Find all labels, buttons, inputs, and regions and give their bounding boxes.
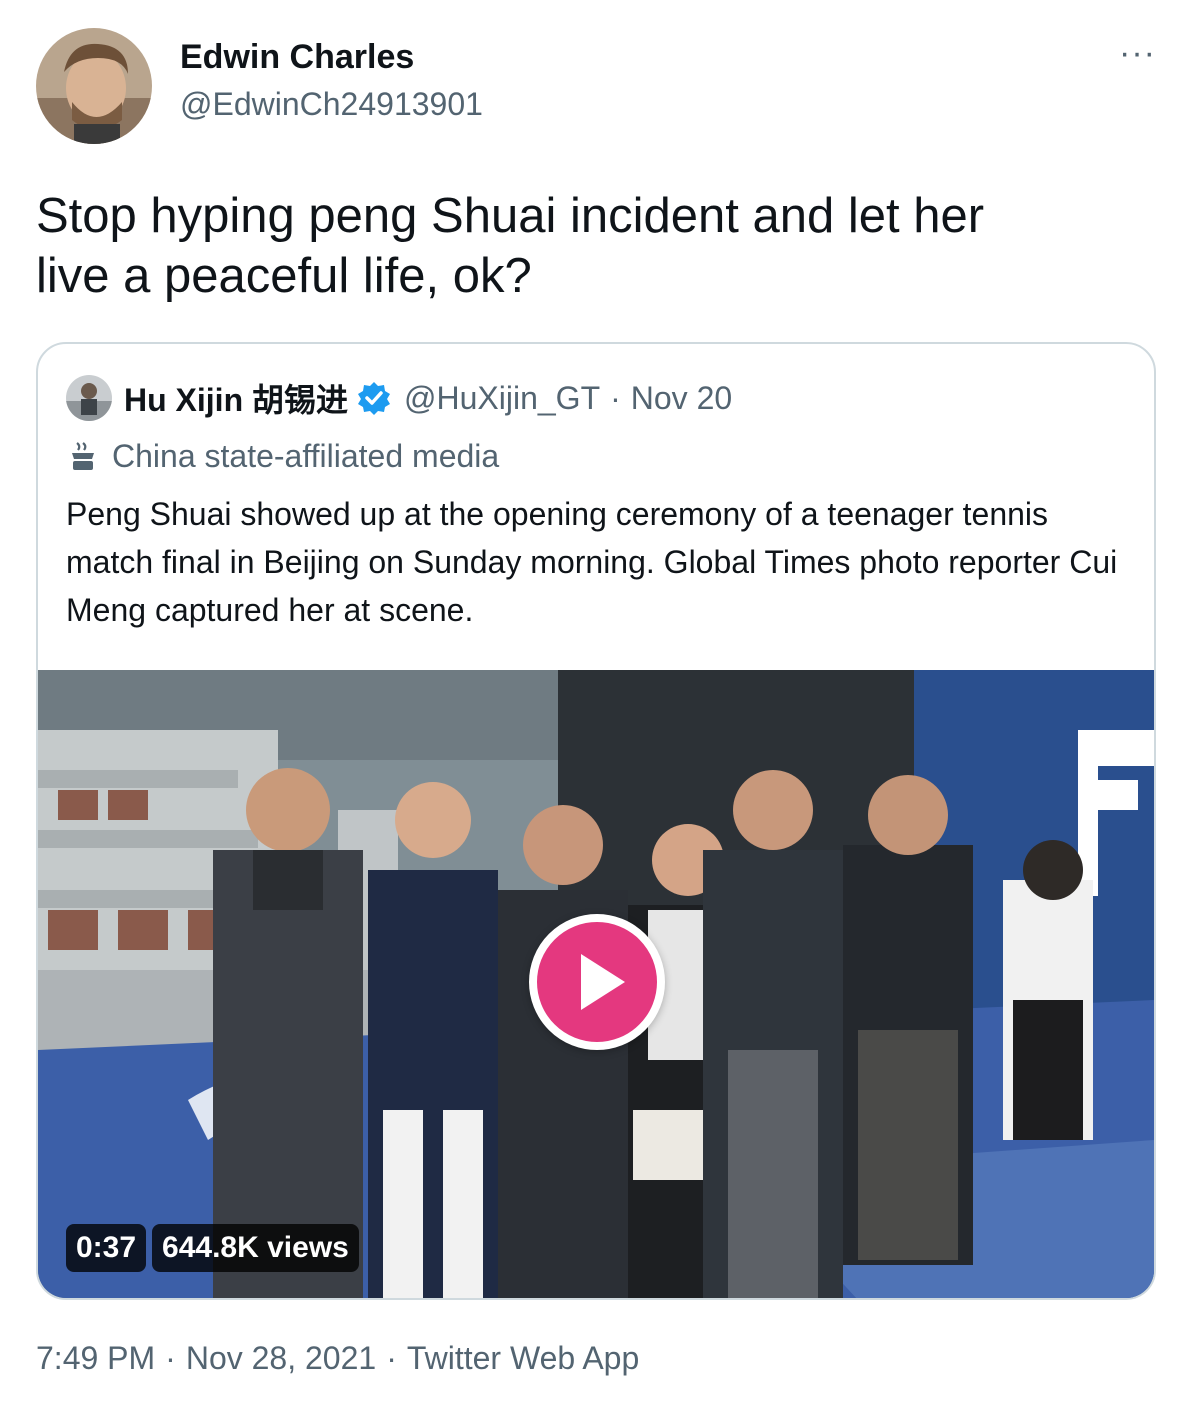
tweet-date[interactable]: Nov 28, 2021 bbox=[186, 1340, 376, 1376]
author-name[interactable]: Edwin Charles bbox=[180, 38, 414, 77]
more-options-icon[interactable]: ··· bbox=[1119, 36, 1156, 70]
play-icon bbox=[581, 954, 625, 1010]
author-avatar[interactable] bbox=[36, 28, 152, 144]
author-handle[interactable]: @EdwinCh24913901 bbox=[180, 86, 483, 123]
video-badges: 0:37 644.8K views bbox=[66, 1224, 365, 1272]
separator-dot: · bbox=[610, 379, 621, 416]
quoted-tweet[interactable]: Hu Xijin 胡锡进 @HuXijin_GT · Nov 20 China … bbox=[36, 342, 1156, 1300]
video-views: 644.8K views bbox=[152, 1224, 359, 1272]
tweet-text: Stop hyping peng Shuai incident and let … bbox=[36, 189, 985, 303]
quoted-tweet-header: Hu Xijin 胡锡进 @HuXijin_GT · Nov 20 bbox=[66, 374, 732, 422]
video-duration: 0:37 bbox=[66, 1224, 147, 1272]
video-player[interactable]: 0:37 644.8K views bbox=[38, 670, 1154, 1298]
quoted-tweet-text: Peng Shuai showed up at the opening cere… bbox=[66, 496, 1118, 628]
state-media-label[interactable]: China state-affiliated media bbox=[66, 436, 499, 476]
play-button[interactable] bbox=[529, 914, 665, 1050]
quoted-author-handle: @HuXijin_GT bbox=[404, 379, 601, 416]
quoted-date[interactable]: Nov 20 bbox=[631, 380, 732, 417]
separator-dot: · bbox=[386, 1340, 397, 1376]
tweet-source[interactable]: Twitter Web App bbox=[407, 1340, 639, 1376]
quoted-author-avatar bbox=[66, 375, 112, 421]
verified-badge-icon bbox=[356, 380, 392, 416]
separator-dot: · bbox=[165, 1340, 176, 1376]
quoted-author-name[interactable]: Hu Xijin 胡锡进 bbox=[124, 375, 348, 421]
tweet-header: Edwin Charles @EdwinCh24913901 ··· bbox=[36, 24, 1156, 144]
tweet-meta: 7:49 PM · Nov 28, 2021 · Twitter Web App bbox=[36, 1340, 639, 1377]
tweet-time[interactable]: 7:49 PM bbox=[36, 1340, 155, 1376]
state-media-label-text: China state-affiliated media bbox=[112, 437, 500, 474]
state-media-icon bbox=[66, 439, 100, 473]
